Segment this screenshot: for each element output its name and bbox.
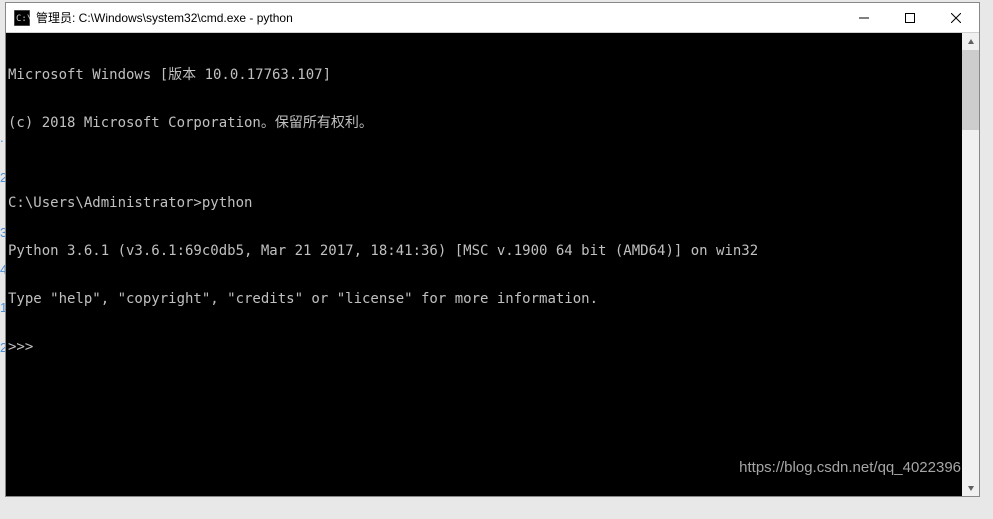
- terminal-line: >>>: [8, 339, 962, 355]
- scrollbar-thumb[interactable]: [962, 50, 979, 130]
- terminal-line: Type "help", "copyright", "credits" or "…: [8, 291, 962, 307]
- minimize-button[interactable]: [841, 3, 887, 32]
- scroll-up-arrow-icon[interactable]: [962, 33, 979, 50]
- vertical-scrollbar[interactable]: [962, 33, 979, 496]
- cmd-icon: C:\: [14, 10, 30, 26]
- maximize-button[interactable]: [887, 3, 933, 32]
- cmd-window: C:\ 管理员: C:\Windows\system32\cmd.exe - p…: [5, 2, 980, 497]
- terminal-line: Python 3.6.1 (v3.6.1:69c0db5, Mar 21 201…: [8, 243, 962, 259]
- scroll-down-arrow-icon[interactable]: [962, 479, 979, 496]
- close-button[interactable]: [933, 3, 979, 32]
- titlebar[interactable]: C:\ 管理员: C:\Windows\system32\cmd.exe - p…: [6, 3, 979, 33]
- terminal-line: (c) 2018 Microsoft Corporation。保留所有权利。: [8, 115, 962, 131]
- terminal-body: Microsoft Windows [版本 10.0.17763.107] (c…: [6, 33, 979, 496]
- scrollbar-track[interactable]: [962, 50, 979, 479]
- window-controls: [841, 3, 979, 32]
- terminal-content[interactable]: Microsoft Windows [版本 10.0.17763.107] (c…: [6, 33, 962, 496]
- window-title: 管理员: C:\Windows\system32\cmd.exe - pytho…: [36, 9, 841, 26]
- terminal-line: C:\Users\Administrator>python: [8, 195, 962, 211]
- svg-text:C:\: C:\: [16, 14, 30, 24]
- terminal-line: Microsoft Windows [版本 10.0.17763.107]: [8, 67, 962, 83]
